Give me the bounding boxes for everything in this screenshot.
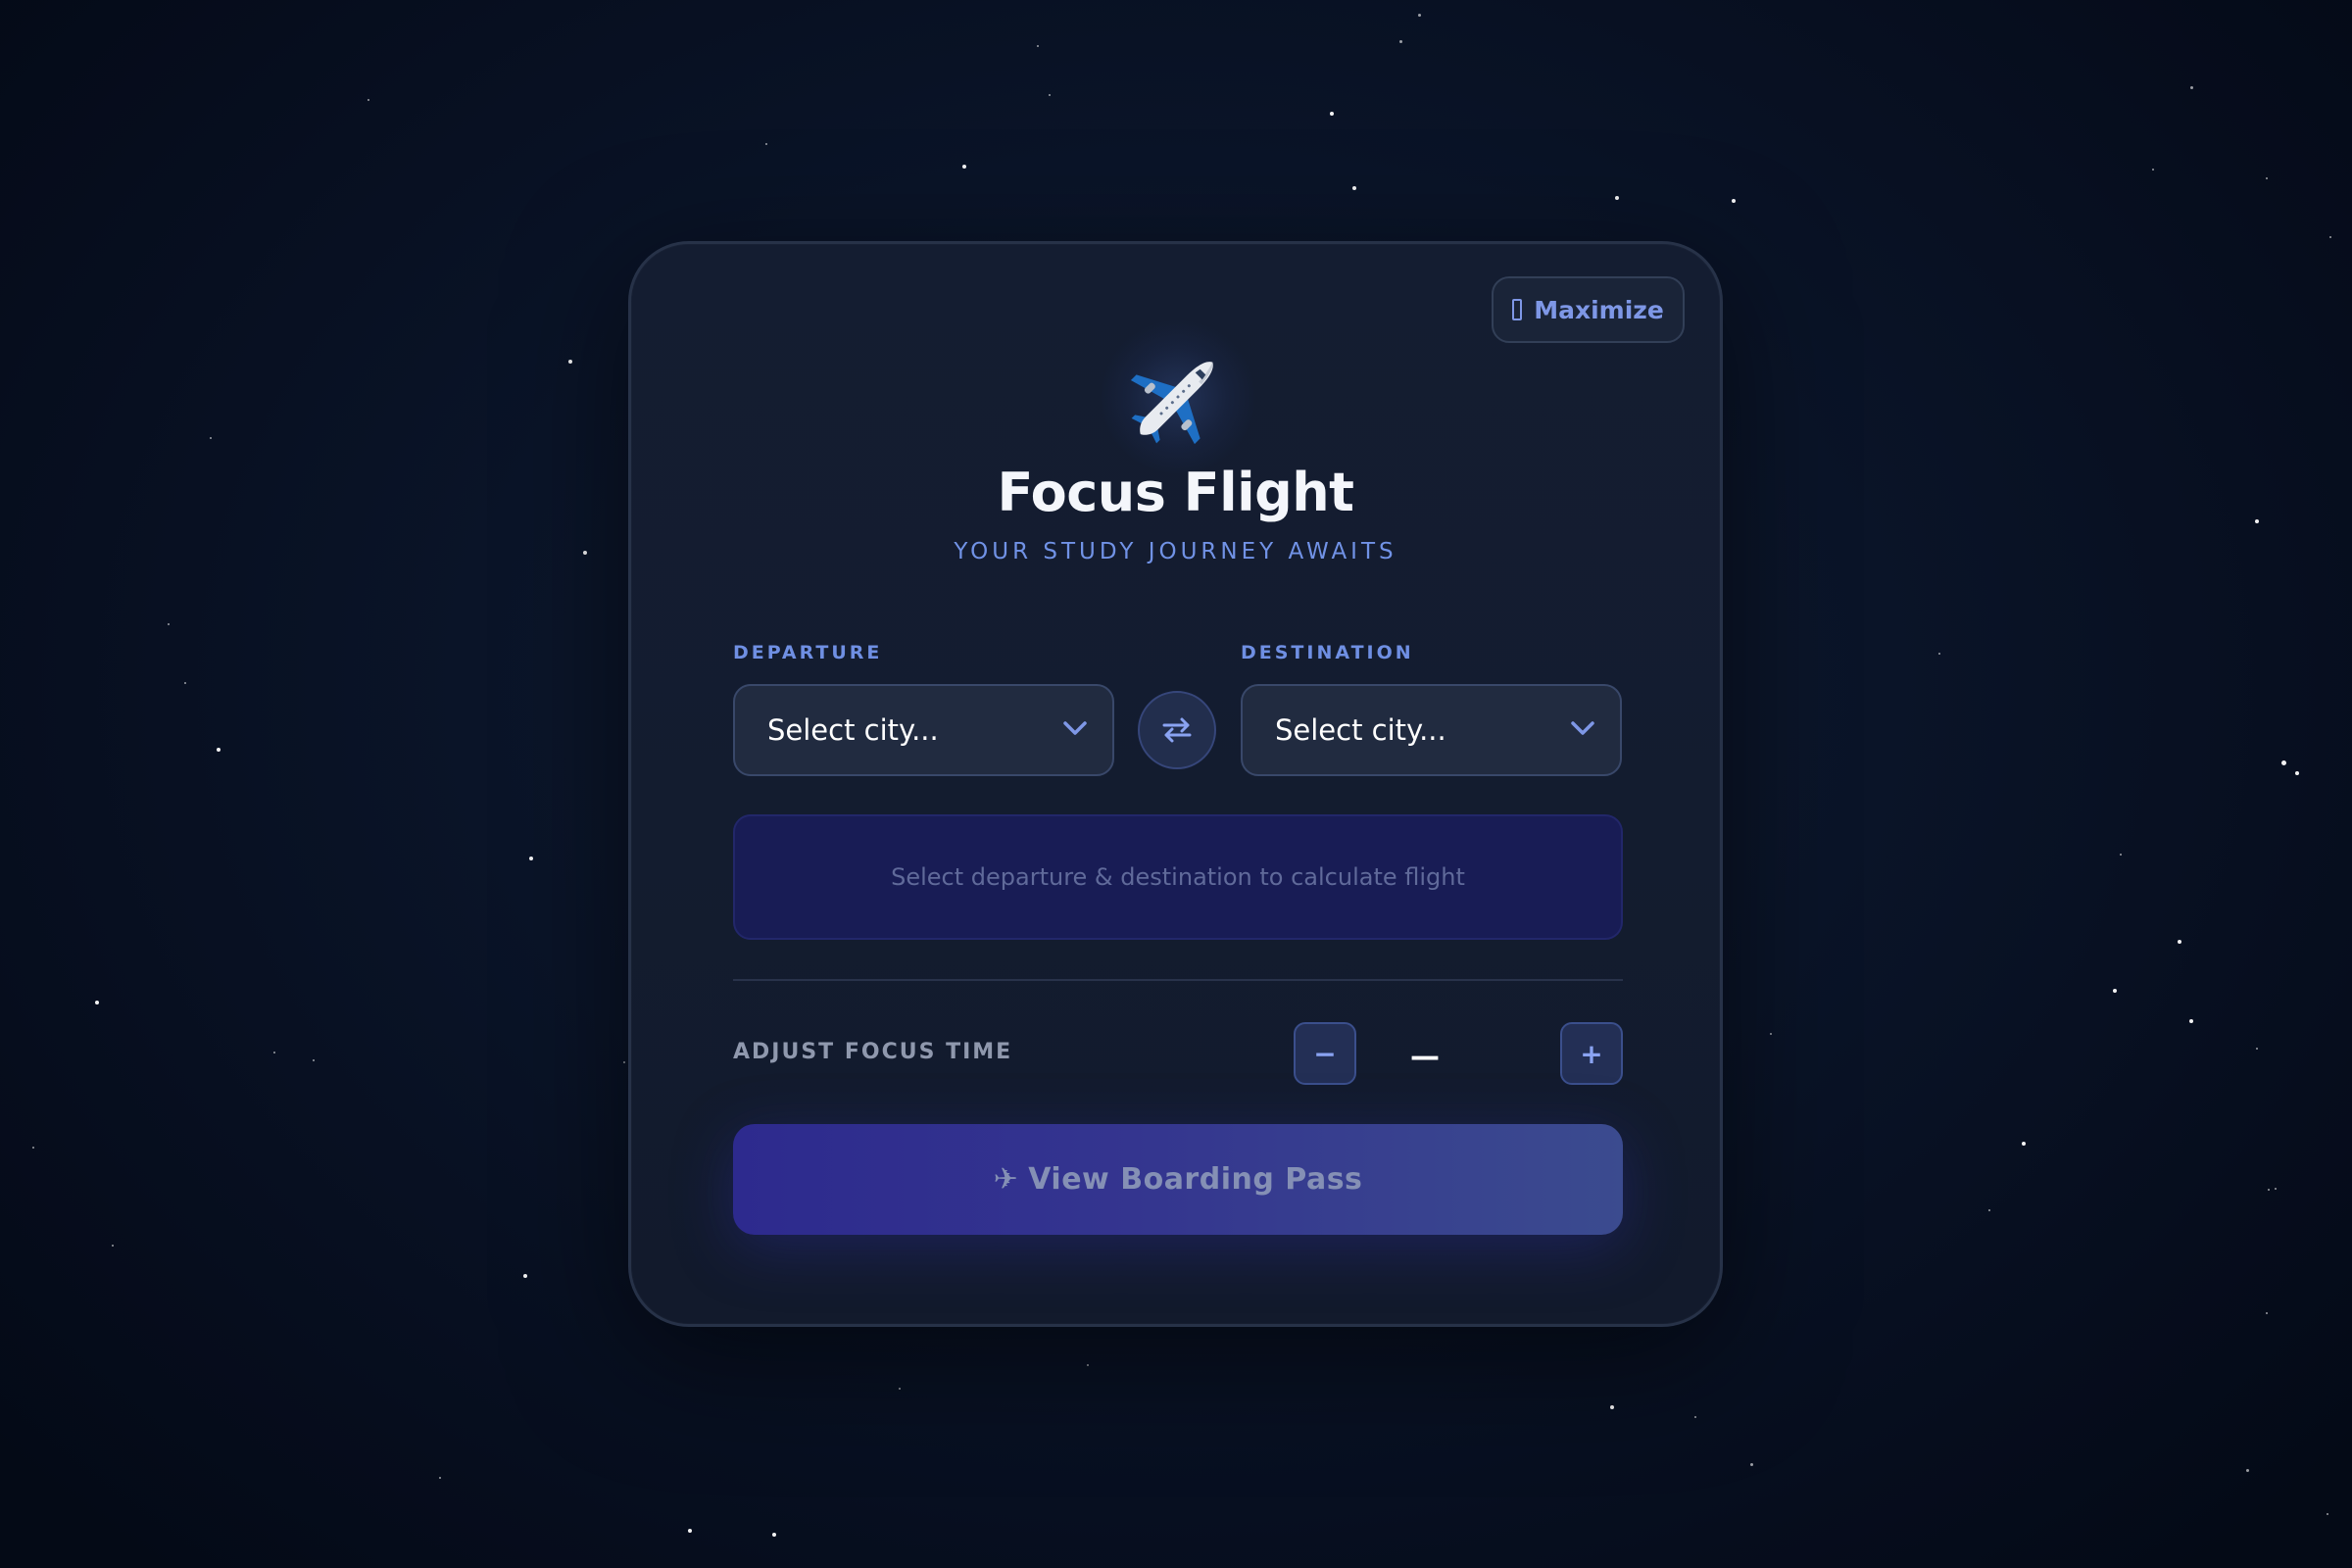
flight-info-message: Select departure & destination to calcul… — [891, 863, 1465, 891]
star — [962, 165, 966, 169]
app-subtitle: YOUR STUDY JOURNEY AWAITS — [954, 539, 1397, 564]
star — [2022, 1142, 2026, 1146]
star — [1615, 196, 1619, 200]
star — [2295, 771, 2299, 775]
chevron-down-icon — [1571, 721, 1594, 735]
departure-select[interactable]: Select city... — [733, 684, 1114, 776]
swap-cities-button[interactable] — [1138, 691, 1216, 769]
star — [2266, 1312, 2268, 1314]
star — [1750, 1463, 1753, 1466]
airplane-icon — [1100, 318, 1256, 475]
star — [2246, 1469, 2249, 1472]
maximize-button[interactable]: Maximize — [1492, 276, 1685, 343]
maximize-label: Maximize — [1534, 295, 1664, 324]
swap-arrows-icon — [1162, 717, 1192, 743]
star — [1694, 1416, 1696, 1418]
star — [273, 1052, 275, 1054]
section-divider — [733, 979, 1623, 981]
star — [1330, 112, 1334, 116]
star — [2275, 1188, 2277, 1190]
star — [2120, 854, 2122, 856]
departure-label: DEPARTURE — [733, 642, 883, 663]
star — [899, 1388, 901, 1390]
star — [772, 1533, 776, 1537]
star — [2152, 169, 2154, 171]
focus-time-value: — — [1410, 1040, 1440, 1074]
star — [529, 857, 533, 860]
star — [2255, 519, 2259, 523]
star — [217, 748, 220, 752]
star — [1399, 40, 1402, 43]
destination-select[interactable]: Select city... — [1241, 684, 1622, 776]
star — [623, 1061, 625, 1063]
star — [2113, 989, 2117, 993]
departure-select-value: Select city... — [767, 713, 939, 747]
star — [2178, 940, 2181, 944]
star — [2281, 760, 2286, 765]
maximize-icon — [1512, 299, 1523, 320]
star — [1770, 1033, 1772, 1035]
star — [210, 437, 212, 439]
star — [2329, 236, 2331, 238]
star — [1087, 1364, 1089, 1366]
star — [1938, 653, 1940, 655]
star — [765, 143, 767, 145]
star — [112, 1245, 114, 1247]
star — [439, 1477, 441, 1479]
star — [2256, 1048, 2258, 1050]
star — [1418, 14, 1421, 17]
star — [1988, 1209, 1990, 1211]
star — [1352, 186, 1356, 190]
star — [688, 1529, 692, 1533]
star — [1610, 1405, 1614, 1409]
increase-time-button[interactable]: + — [1560, 1022, 1623, 1085]
star — [95, 1001, 99, 1004]
star — [2327, 1513, 2328, 1515]
star — [568, 360, 572, 364]
star — [32, 1147, 34, 1149]
star — [1037, 45, 1039, 47]
adjust-focus-time-label: ADJUST FOCUS TIME — [733, 1040, 1013, 1064]
view-boarding-pass-button[interactable]: ✈ View Boarding Pass — [733, 1124, 1623, 1235]
star — [1732, 199, 1736, 203]
star — [2266, 177, 2268, 179]
plane-icon: ✈ — [993, 1162, 1019, 1197]
star — [2268, 1189, 2270, 1191]
decrease-time-button[interactable]: − — [1294, 1022, 1356, 1085]
star — [184, 682, 186, 684]
app-title: Focus Flight — [997, 462, 1354, 523]
view-boarding-pass-label: View Boarding Pass — [1028, 1162, 1363, 1197]
star — [583, 551, 587, 555]
destination-select-value: Select city... — [1275, 713, 1446, 747]
star — [523, 1274, 527, 1278]
star — [2190, 86, 2193, 89]
chevron-down-icon — [1063, 721, 1087, 735]
star — [368, 99, 369, 101]
star — [168, 623, 170, 625]
focus-flight-card: Maximize Focus Flight YOUR STUDY JOURNEY… — [628, 241, 1723, 1327]
star — [313, 1059, 315, 1061]
destination-label: DESTINATION — [1241, 642, 1414, 663]
star — [2189, 1019, 2193, 1023]
star — [1049, 94, 1051, 96]
flight-info-box: Select departure & destination to calcul… — [733, 814, 1623, 940]
